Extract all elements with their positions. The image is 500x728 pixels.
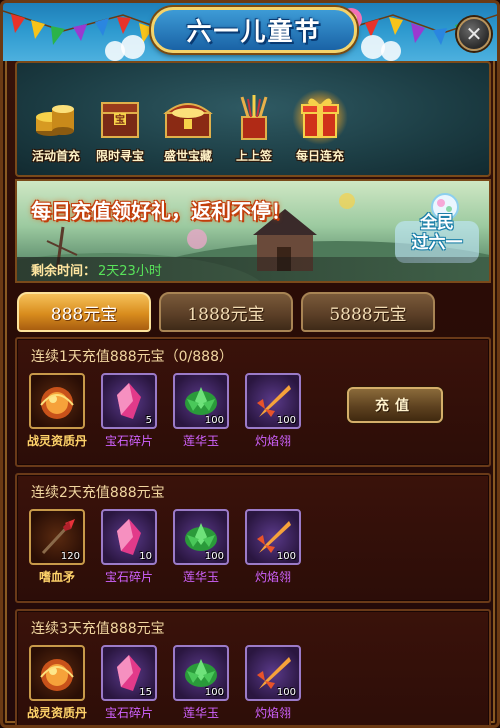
activity-label: 限时寻宝 <box>95 149 144 163</box>
svg-text:宝: 宝 <box>115 113 125 126</box>
reward-item[interactable]: 100 灼焰翎 <box>243 509 303 585</box>
reward-name: 灼焰翎 <box>254 434 291 448</box>
reward-slot: 100 <box>245 509 301 565</box>
reward-name: 战灵资质丹 <box>27 706 88 720</box>
reward-name: 灼焰翎 <box>254 570 291 584</box>
reward-count: 100 <box>276 415 296 426</box>
reward-item[interactable]: 100 灼焰翎 <box>243 373 303 449</box>
reward-panel-day-3: 连续3天充值888元宝 战灵资质丹 15 宝石碎片 100 莲华玉 100 灼焰… <box>15 609 491 725</box>
event-window: 六一儿童节 ✕ 活动首充 宝 限时寻宝 盛世宝藏 上上签 每日连充 每日充值领好… <box>0 0 500 728</box>
reward-name: 宝石碎片 <box>104 434 153 448</box>
panel-title: 连续2天充值888元宝 <box>31 485 165 501</box>
reward-count: 100 <box>204 415 224 426</box>
spirit-pill-icon <box>40 659 74 691</box>
reward-slot: 100 <box>173 373 229 429</box>
reward-item[interactable]: 10 宝石碎片 <box>99 509 159 585</box>
event-badge-text: 全民 过六一 <box>393 213 481 253</box>
gold-coins-icon <box>28 89 84 145</box>
reward-name: 灼焰翎 <box>254 706 291 720</box>
reward-name: 宝石碎片 <box>104 570 153 584</box>
reward-count: 10 <box>139 551 152 562</box>
tab-888[interactable]: 888元宝 <box>17 292 151 332</box>
close-button[interactable]: ✕ <box>457 17 491 51</box>
title-plate: 六一儿童节 <box>151 7 357 53</box>
countdown-value: 2天23小时 <box>98 263 162 279</box>
reward-count: 100 <box>276 551 296 562</box>
promo-title: 每日充值领好礼，返利不停！ <box>31 199 291 223</box>
reward-count: 5 <box>145 415 152 426</box>
reward-slot: 100 <box>245 373 301 429</box>
activity-label: 上上签 <box>235 149 272 163</box>
reward-name: 莲华玉 <box>182 570 219 584</box>
reward-slot: 10 <box>101 509 157 565</box>
reward-slot <box>29 373 85 429</box>
reward-item[interactable]: 5 宝石碎片 <box>99 373 159 449</box>
reward-count: 100 <box>204 687 224 698</box>
treasure-chest-icon <box>160 89 216 145</box>
gift-box-icon <box>292 89 348 145</box>
reward-slot: 100 <box>245 645 301 701</box>
reward-item[interactable]: 100 灼焰翎 <box>243 645 303 721</box>
reward-panel-day-2: 连续2天充值888元宝 120 嗜血矛 10 宝石碎片 100 莲华玉 100 … <box>15 473 491 603</box>
spirit-pill-icon <box>40 387 74 419</box>
activity-label: 每日连充 <box>295 149 344 163</box>
activity-item-limited-treasure[interactable]: 宝 限时寻宝 <box>87 89 153 169</box>
reward-slot: 120 <box>29 509 85 565</box>
badge-line-1: 全民 <box>420 213 454 233</box>
panel-title: 连续3天充值888元宝 <box>31 621 165 637</box>
activity-item-prosperity-treasure[interactable]: 盛世宝藏 <box>155 89 221 169</box>
page-title: 六一儿童节 <box>186 17 322 46</box>
reward-item[interactable]: 战灵资质丹 <box>27 373 87 449</box>
close-icon: ✕ <box>465 22 483 46</box>
activity-label: 盛世宝藏 <box>163 149 212 163</box>
treasure-box-icon: 宝 <box>92 89 148 145</box>
reward-count: 120 <box>60 551 80 562</box>
promo-banner: 每日充值领好礼，返利不停！ 全民 过六一 剩余时间： 2天23小时 <box>15 179 491 283</box>
reward-item[interactable]: 15 宝石碎片 <box>99 645 159 721</box>
reward-slot: 100 <box>173 509 229 565</box>
reward-slot <box>29 645 85 701</box>
reward-slot: 15 <box>101 645 157 701</box>
reward-name: 嗜血矛 <box>38 570 75 584</box>
activity-item-daily-recharge[interactable]: 每日连充 <box>287 89 353 169</box>
reward-item[interactable]: 战灵资质丹 <box>27 645 87 721</box>
reward-item[interactable]: 120 嗜血矛 <box>27 509 87 585</box>
countdown-label: 剩余时间： <box>31 263 97 279</box>
reward-name: 宝石碎片 <box>104 706 153 720</box>
recharge-button[interactable]: 充值 <box>347 387 443 423</box>
reward-name: 莲华玉 <box>182 434 219 448</box>
badge-line-2: 过六一 <box>411 233 463 253</box>
activity-item-first-recharge[interactable]: 活动首充 <box>23 89 89 169</box>
gem-shard-icon <box>117 383 141 419</box>
tier-tabs: 888元宝 1888元宝 5888元宝 <box>17 292 489 334</box>
reward-slot: 5 <box>101 373 157 429</box>
title-banner: 六一儿童节 <box>3 3 497 61</box>
reward-name: 战灵资质丹 <box>27 434 88 448</box>
tab-1888[interactable]: 1888元宝 <box>159 292 293 332</box>
countdown-bar: 剩余时间： 2天23小时 <box>17 257 489 281</box>
reward-count: 100 <box>276 687 296 698</box>
reward-panel-day-1: 连续1天充值888元宝（0/888） 战灵资质丹 5 宝石碎片 100 莲华玉 … <box>15 337 491 467</box>
tab-5888[interactable]: 5888元宝 <box>301 292 435 332</box>
reward-count: 100 <box>204 551 224 562</box>
activity-label: 活动首充 <box>31 149 80 163</box>
panel-title: 连续1天充值888元宝（0/888） <box>31 349 233 365</box>
reward-count: 15 <box>139 687 152 698</box>
fortune-sticks-icon <box>226 89 282 145</box>
reward-slot: 100 <box>173 645 229 701</box>
activity-nav: 活动首充 宝 限时寻宝 盛世宝藏 上上签 每日连充 <box>15 61 491 177</box>
reward-item[interactable]: 100 莲华玉 <box>171 645 231 721</box>
reward-item[interactable]: 100 莲华玉 <box>171 373 231 449</box>
reward-item[interactable]: 100 莲华玉 <box>171 509 231 585</box>
reward-name: 莲华玉 <box>182 706 219 720</box>
activity-item-lucky-sticks[interactable]: 上上签 <box>221 89 287 169</box>
